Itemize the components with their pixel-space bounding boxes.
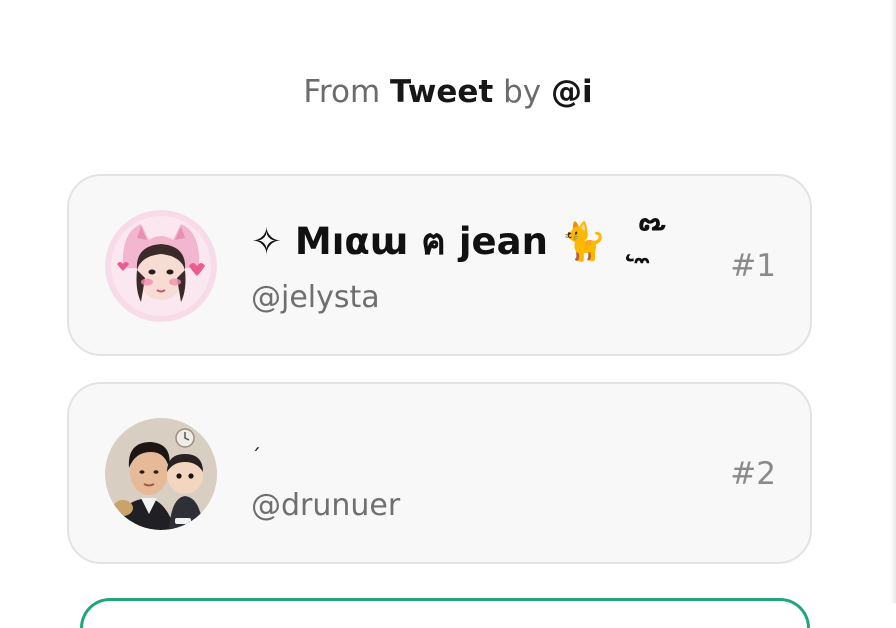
display-name[interactable]: ✧ Mıαɯ ฅ jean 🐈 ˛ ̼ ໊ bbox=[251, 218, 664, 266]
user-handle[interactable]: @drunuer bbox=[251, 486, 400, 526]
display-name[interactable]: ˏ bbox=[251, 424, 261, 454]
man-with-cartoon-avatar-icon[interactable] bbox=[105, 418, 217, 530]
list-item[interactable]: ˏ @drunuer #2 bbox=[67, 382, 812, 564]
list-item[interactable]: ✧ Mıαɯ ฅ jean 🐈 ˛ ̼ ໊ @jelysta #1 bbox=[67, 174, 812, 356]
header-author-handle[interactable]: @i bbox=[551, 74, 593, 110]
header-source[interactable]: Tweet bbox=[390, 74, 493, 110]
rank-label: #2 bbox=[730, 456, 776, 492]
rank-label: #1 bbox=[730, 248, 776, 284]
page-header: From Tweet by @i bbox=[0, 70, 896, 114]
header-by-word: by bbox=[503, 74, 542, 110]
user-handle[interactable]: @jelysta bbox=[251, 278, 380, 318]
header-from-word: From bbox=[303, 74, 381, 110]
pink-cat-ear-girl-avatar-icon[interactable] bbox=[105, 210, 217, 322]
